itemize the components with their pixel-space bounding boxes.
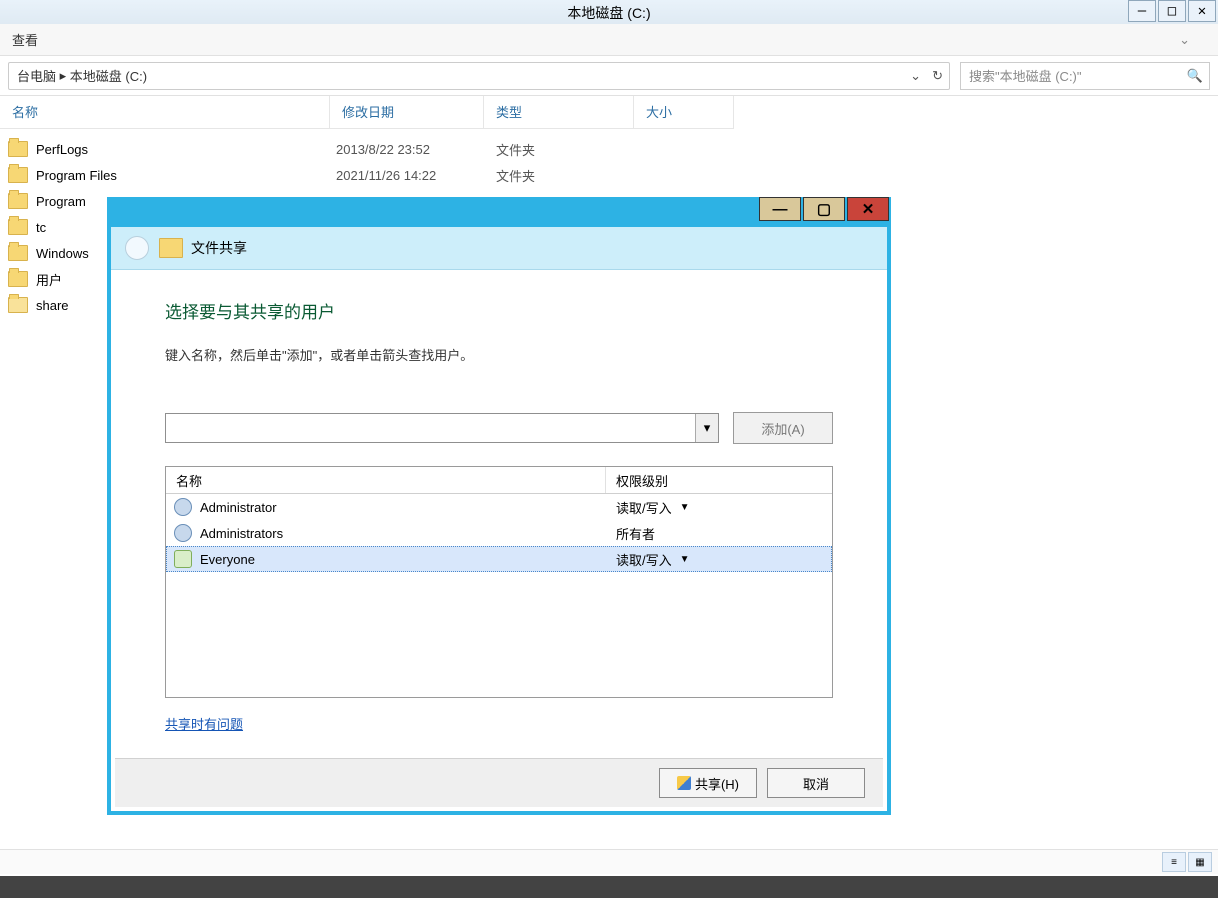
cancel-button[interactable]: 取消 [767, 768, 865, 798]
col-type[interactable]: 类型 [484, 96, 634, 128]
chevron-down-icon: ▼ [680, 502, 690, 513]
shield-icon [677, 776, 691, 790]
table-row[interactable]: Administrators 所有者 [166, 520, 832, 546]
search-icon: 🔍 [1187, 68, 1203, 84]
explorer-titlebar: 本地磁盘 (C:) — □ ✕ [0, 0, 1218, 25]
breadcrumb-segment[interactable]: 本地磁盘 (C:) [70, 66, 147, 85]
col-permission[interactable]: 权限级别 [606, 467, 832, 493]
folder-icon [8, 141, 28, 157]
col-date[interactable]: 修改日期 [330, 96, 484, 128]
folder-icon [8, 167, 28, 183]
refresh-icon[interactable]: ↻ [932, 68, 943, 84]
window-title: 本地磁盘 (C:) [0, 3, 1218, 23]
folder-icon [8, 219, 28, 235]
search-input[interactable]: 搜索"本地磁盘 (C:)" 🔍 [960, 62, 1210, 90]
chevron-right-icon: ▸ [60, 68, 67, 84]
help-link[interactable]: 共享时有问题 [165, 714, 243, 733]
group-icon [174, 550, 192, 568]
permission-dropdown[interactable]: 读取/写入▼ [616, 550, 832, 569]
dialog-header: 文件共享 [111, 227, 887, 270]
breadcrumb[interactable]: 台电脑 ▸ 本地磁盘 (C:) ⌄ ↻ [8, 62, 950, 90]
statusbar: ≡ ▦ [0, 849, 1218, 874]
table-row[interactable]: Administrator 读取/写入▼ [166, 494, 832, 520]
close-button[interactable]: ✕ [1188, 0, 1216, 22]
dialog-titlebar: — ▢ ✕ [107, 197, 891, 227]
dialog-subtext: 键入名称，然后单击"添加"，或者单击箭头查找用户。 [165, 345, 833, 364]
back-button[interactable] [125, 236, 149, 260]
share-button[interactable]: 共享(H) [659, 768, 757, 798]
view-details-button[interactable]: ≡ [1162, 852, 1186, 872]
user-icon [174, 498, 192, 516]
chevron-down-icon[interactable]: ▾ [695, 414, 718, 442]
col-name[interactable]: 名称 [166, 467, 606, 493]
menubar: 查看 ⌄ [0, 24, 1218, 56]
menu-view[interactable]: 查看 [12, 30, 38, 49]
folder-icon [8, 297, 28, 313]
folder-icon [8, 271, 28, 287]
search-placeholder: 搜索"本地磁盘 (C:)" [969, 66, 1082, 85]
dialog-title: 文件共享 [191, 238, 247, 258]
addressbar: 台电脑 ▸ 本地磁盘 (C:) ⌄ ↻ 搜索"本地磁盘 (C:)" 🔍 [0, 56, 1218, 96]
view-icons-button[interactable]: ▦ [1188, 852, 1212, 872]
table-row[interactable]: Everyone 读取/写入▼ [166, 546, 832, 572]
chevron-down-icon: ▼ [680, 554, 690, 565]
col-size[interactable]: 大小 [634, 96, 734, 128]
permission-cell: 所有者 [616, 524, 832, 543]
dialog-minimize-button[interactable]: — [759, 197, 801, 221]
file-sharing-dialog: — ▢ ✕ 文件共享 选择要与其共享的用户 键入名称，然后单击"添加"，或者单击… [107, 197, 891, 815]
taskbar [0, 876, 1218, 898]
dialog-footer: 共享(H) 取消 [115, 758, 883, 807]
column-header: 名称 修改日期 类型 大小 [0, 96, 734, 129]
folder-icon [8, 193, 28, 209]
chevron-down-icon[interactable]: ⌄ [910, 68, 921, 84]
permissions-table: 名称 权限级别 Administrator 读取/写入▼ Administrat… [165, 466, 833, 698]
list-item[interactable]: PerfLogs 2013/8/22 23:52 文件夹 [8, 136, 908, 162]
permission-dropdown[interactable]: 读取/写入▼ [616, 498, 832, 517]
folder-icon [8, 245, 28, 261]
breadcrumb-segment[interactable]: 台电脑 [17, 66, 56, 85]
col-name[interactable]: 名称 [0, 96, 330, 128]
user-combobox[interactable]: ▾ [165, 413, 719, 443]
minimize-button[interactable]: — [1128, 0, 1156, 22]
dialog-maximize-button[interactable]: ▢ [803, 197, 845, 221]
maximize-button[interactable]: □ [1158, 0, 1186, 22]
ribbon-expand-icon[interactable]: ⌄ [1179, 32, 1190, 48]
add-button[interactable]: 添加(A) [733, 412, 833, 444]
list-item[interactable]: Program Files 2021/11/26 14:22 文件夹 [8, 162, 908, 188]
share-folder-icon [159, 238, 183, 258]
dialog-close-button[interactable]: ✕ [847, 197, 889, 221]
dialog-heading: 选择要与其共享的用户 [165, 298, 833, 323]
user-icon [174, 524, 192, 542]
